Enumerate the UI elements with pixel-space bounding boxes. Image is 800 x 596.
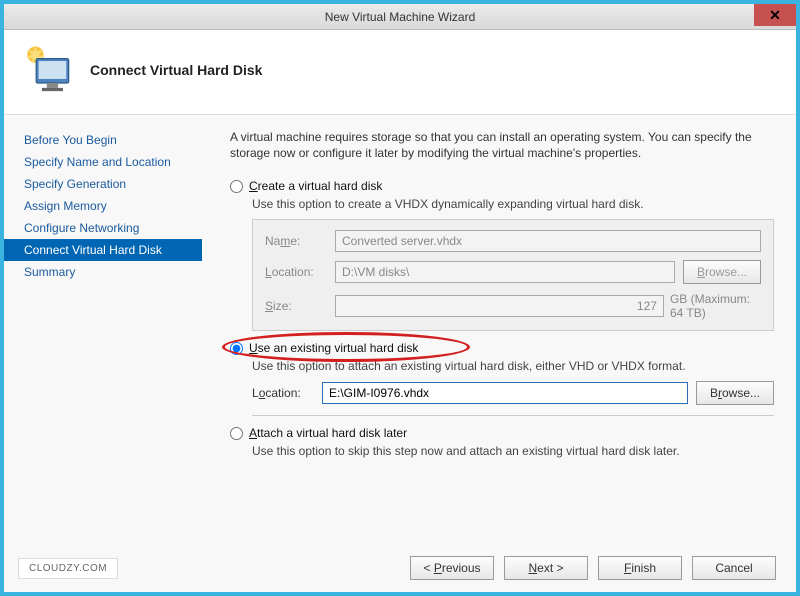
existing-location-label: Location: — [252, 386, 314, 400]
content: A virtual machine requires storage so th… — [202, 115, 796, 544]
sidebar-item-connect-vhd[interactable]: Connect Virtual Hard Disk — [4, 239, 202, 261]
existing-panel: Location: Browse... — [252, 381, 774, 405]
create-panel: Name: Location: Browse... Size: GB (Maxi… — [252, 219, 774, 331]
window-title: New Virtual Machine Wizard — [325, 10, 476, 24]
existing-desc: Use this option to attach an existing vi… — [252, 359, 774, 373]
disk-options: Create a virtual hard disk Use this opti… — [230, 179, 774, 458]
existing-location-input[interactable] — [322, 382, 688, 404]
option-later: Attach a virtual hard disk later Use thi… — [230, 426, 774, 458]
create-name-label: Name: — [265, 234, 327, 248]
radio-existing-label[interactable]: Use an existing virtual hard disk — [249, 341, 418, 355]
sidebar-item-specify-name[interactable]: Specify Name and Location — [4, 151, 202, 173]
create-name-input — [335, 230, 761, 252]
button-row: < Previous Next > Finish Cancel — [410, 556, 776, 580]
previous-button[interactable]: < Previous — [410, 556, 494, 580]
sidebar-item-configure-networking[interactable]: Configure Networking — [4, 217, 202, 239]
radio-existing[interactable] — [230, 342, 243, 355]
create-location-label: Location: — [265, 265, 327, 279]
radio-later[interactable] — [230, 427, 243, 440]
sidebar-item-before-you-begin[interactable]: Before You Begin — [4, 129, 202, 151]
create-size-suffix: GB (Maximum: 64 TB) — [670, 292, 761, 320]
sidebar-item-specify-generation[interactable]: Specify Generation — [4, 173, 202, 195]
create-location-input — [335, 261, 675, 283]
option-existing: Use an existing virtual hard disk Use th… — [230, 341, 774, 405]
wizard-icon — [24, 44, 76, 96]
cancel-button[interactable]: Cancel — [692, 556, 776, 580]
option-create: Create a virtual hard disk Use this opti… — [230, 179, 774, 331]
titlebar: New Virtual Machine Wizard ✕ — [4, 4, 796, 30]
divider — [252, 415, 774, 416]
radio-create-label[interactable]: Create a virtual hard disk — [249, 179, 382, 193]
create-size-label: Size: — [265, 299, 327, 313]
finish-button[interactable]: Finish — [598, 556, 682, 580]
page-title: Connect Virtual Hard Disk — [90, 62, 262, 78]
create-desc: Use this option to create a VHDX dynamic… — [252, 197, 774, 211]
body: Before You Begin Specify Name and Locati… — [4, 114, 796, 544]
wizard-window: New Virtual Machine Wizard ✕ Connect Vir… — [0, 0, 800, 596]
sidebar-item-summary[interactable]: Summary — [4, 261, 202, 283]
radio-create[interactable] — [230, 180, 243, 193]
create-size-input — [335, 295, 664, 317]
create-browse-button: Browse... — [683, 260, 761, 284]
intro-text: A virtual machine requires storage so th… — [230, 129, 774, 161]
sidebar: Before You Begin Specify Name and Locati… — [4, 115, 202, 544]
close-icon: ✕ — [769, 7, 781, 24]
next-button[interactable]: Next > — [504, 556, 588, 580]
sidebar-item-assign-memory[interactable]: Assign Memory — [4, 195, 202, 217]
wizard-header: Connect Virtual Hard Disk — [4, 30, 796, 114]
radio-later-label[interactable]: Attach a virtual hard disk later — [249, 426, 407, 440]
close-button[interactable]: ✕ — [754, 4, 796, 26]
later-desc: Use this option to skip this step now an… — [252, 444, 774, 458]
existing-browse-button[interactable]: Browse... — [696, 381, 774, 405]
footer: CLOUDZY.COM < Previous Next > Finish Can… — [4, 544, 796, 592]
watermark: CLOUDZY.COM — [18, 558, 118, 579]
